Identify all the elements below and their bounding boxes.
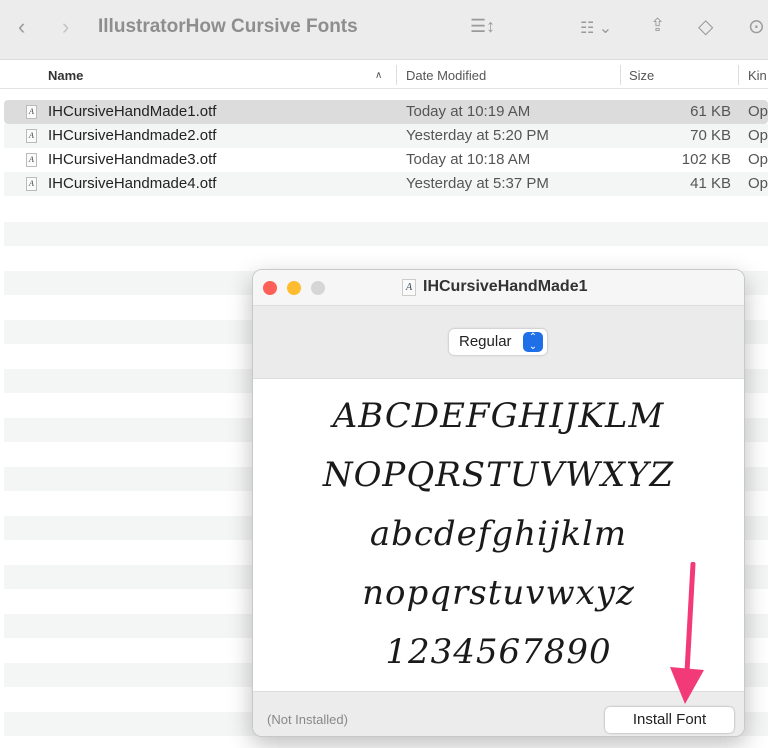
file-date: Today at 10:19 AM bbox=[406, 103, 531, 120]
sample-line: abcdefghijklm bbox=[369, 514, 628, 554]
zoom-button[interactable] bbox=[311, 281, 325, 295]
share-icon[interactable]: ⇪ bbox=[650, 15, 665, 36]
font-file-icon: A bbox=[26, 129, 37, 143]
sample-line: NOPQRSTUVWXYZ bbox=[322, 455, 675, 495]
file-size: 41 KB bbox=[690, 175, 731, 192]
column-name[interactable]: Name bbox=[48, 68, 83, 83]
column-header: Name ∧ Date Modified Size Kin bbox=[0, 61, 768, 89]
file-row[interactable]: A IHCursiveHandmade3.otf Today at 10:18 … bbox=[4, 148, 768, 172]
file-kind: Op bbox=[748, 103, 768, 120]
back-button[interactable]: ‹ bbox=[18, 14, 25, 40]
forward-button[interactable]: › bbox=[62, 14, 69, 40]
close-button[interactable] bbox=[263, 281, 277, 295]
more-icon[interactable]: ⊙ bbox=[748, 14, 765, 39]
font-file-icon: A bbox=[26, 105, 37, 119]
file-size: 102 KB bbox=[681, 151, 731, 168]
file-row[interactable]: A IHCursiveHandmade2.otf Yesterday at 5:… bbox=[4, 124, 768, 148]
style-select[interactable]: Regular ⌃ ⌄ bbox=[449, 329, 547, 355]
file-kind: Op bbox=[748, 175, 768, 192]
font-file-icon: A bbox=[26, 177, 37, 191]
file-name: IHCursiveHandmade4.otf bbox=[48, 175, 217, 192]
finder-toolbar: ‹ › IllustratorHow Cursive Fonts ☰↕ ☷ ⌄ … bbox=[0, 0, 768, 60]
file-kind: Op bbox=[748, 127, 768, 144]
sort-ascending-icon[interactable]: ∧ bbox=[375, 70, 382, 81]
file-date: Today at 10:18 AM bbox=[406, 151, 531, 168]
chevron-updown-icon: ⌃ ⌄ bbox=[523, 332, 543, 352]
empty-row-stripe bbox=[4, 222, 768, 246]
column-size[interactable]: Size bbox=[629, 68, 654, 83]
tag-icon[interactable]: ◇ bbox=[698, 14, 713, 39]
file-row[interactable]: A IHCursiveHandmade4.otf Yesterday at 5:… bbox=[4, 172, 768, 196]
minimize-button[interactable] bbox=[287, 281, 301, 295]
file-date: Yesterday at 5:20 PM bbox=[406, 127, 549, 144]
window-title: IllustratorHow Cursive Fonts bbox=[98, 16, 358, 37]
file-date: Yesterday at 5:37 PM bbox=[406, 175, 549, 192]
style-select-value: Regular bbox=[459, 333, 512, 350]
file-size: 70 KB bbox=[690, 127, 731, 144]
column-date-modified[interactable]: Date Modified bbox=[406, 68, 486, 83]
sample-line: ABCDEFGHIJKLM bbox=[332, 396, 665, 436]
file-size: 61 KB bbox=[690, 103, 731, 120]
font-file-icon: A bbox=[26, 153, 37, 167]
file-name: IHCursiveHandMade1.otf bbox=[48, 103, 217, 120]
pointer-arrow bbox=[670, 562, 704, 704]
dialog-title: IHCursiveHandMade1 bbox=[423, 278, 588, 295]
group-icon[interactable]: ☷ ⌄ bbox=[580, 18, 612, 38]
column-kind[interactable]: Kin bbox=[748, 68, 767, 83]
list-view-icon[interactable]: ☰↕ bbox=[470, 16, 495, 37]
file-name: IHCursiveHandmade2.otf bbox=[48, 127, 217, 144]
file-row[interactable]: A IHCursiveHandMade1.otf Today at 10:19 … bbox=[4, 100, 768, 124]
file-name: IHCursiveHandmade3.otf bbox=[48, 151, 217, 168]
dialog-titlebar: A IHCursiveHandMade1 bbox=[253, 270, 744, 306]
file-kind: Op bbox=[748, 151, 768, 168]
install-status: (Not Installed) bbox=[267, 712, 348, 727]
font-file-icon: A bbox=[402, 279, 416, 296]
